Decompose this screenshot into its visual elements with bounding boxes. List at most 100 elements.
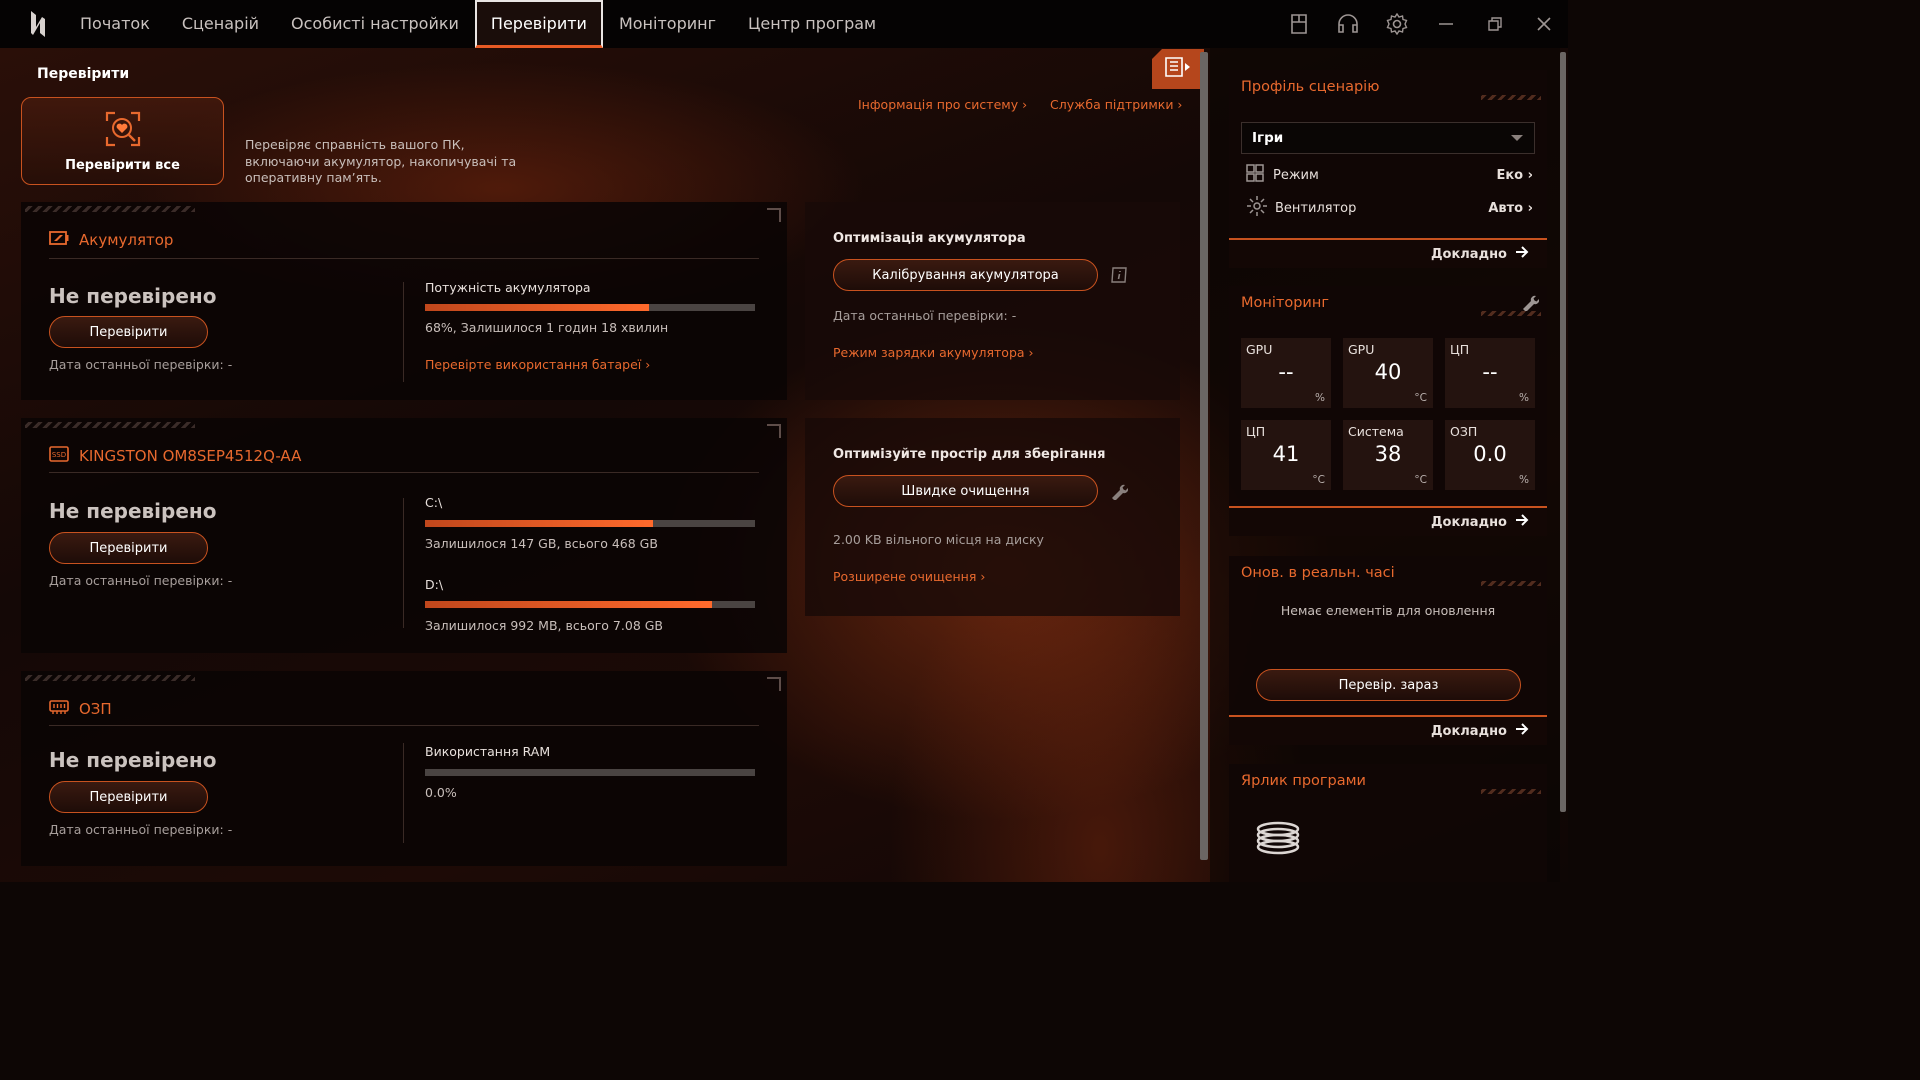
window-controls — [1274, 0, 1568, 48]
collapse-sidebar-button[interactable] — [1152, 49, 1204, 89]
battery-usage-link[interactable]: Перевірте використання батареї › — [425, 357, 650, 372]
battery-title: Акумулятор — [79, 231, 174, 249]
scenario-select[interactable]: Ігри — [1241, 122, 1535, 154]
main-nav: Початок Сценарій Особисті настройки Пере… — [64, 0, 892, 48]
tile-unit: °C — [1414, 474, 1427, 486]
monitoring-title: Моніторинг — [1229, 286, 1547, 320]
updates-more-label: Докладно — [1430, 723, 1507, 739]
monitoring-card: Моніторинг GPU -- % GPU 40 °C ЦП -- % ЦП… — [1229, 286, 1547, 536]
updates-more-link[interactable]: Докладно — [1229, 715, 1547, 745]
app-logo-icon — [14, 0, 62, 48]
storage-optimization-title: Оптимізуйте простір для зберігання — [833, 447, 1106, 462]
tile-unit: % — [1519, 474, 1529, 486]
battery-opt-last-check: Дата останньої перевірки: - — [833, 308, 1017, 323]
tile-label: ОЗП — [1450, 424, 1478, 439]
ram-icon — [49, 699, 69, 719]
grid-icon — [1245, 163, 1265, 187]
tile-label: GPU — [1246, 342, 1273, 357]
wrench-settings-icon[interactable] — [1521, 293, 1540, 315]
tile-value: 41 — [1272, 442, 1300, 466]
ram-last-check: Дата останньої перевірки: - — [49, 822, 233, 837]
mode-value: Еко › — [1496, 167, 1533, 183]
tile-label: GPU — [1348, 342, 1375, 357]
tile-unit: °C — [1312, 474, 1325, 486]
ram-check-button[interactable]: Перевірити — [49, 781, 208, 813]
restore-icon[interactable] — [1470, 0, 1519, 48]
storage-last-check: Дата останньої перевірки: - — [49, 573, 233, 588]
info-icon[interactable] — [1110, 266, 1128, 288]
realtime-updates-title: Онов. в реальн. часі — [1229, 556, 1547, 590]
check-all-button[interactable]: Перевірити все — [21, 97, 224, 185]
battery-status: Не перевірено — [49, 284, 217, 308]
advanced-clean-link[interactable]: Розширене очищення › — [833, 569, 985, 584]
profile-more-link[interactable]: Докладно — [1229, 238, 1547, 268]
fan-row[interactable]: Вентилятор Авто › — [1245, 196, 1533, 220]
ram-usage-label: Використання RAM — [425, 744, 551, 759]
main-scrollbar[interactable] — [1200, 52, 1208, 860]
mode-row[interactable]: Режим Еко › — [1245, 163, 1533, 187]
fan-value: Авто › — [1488, 200, 1533, 216]
drive-d-label: D:\ — [425, 577, 444, 592]
battery-check-button[interactable]: Перевірити — [49, 316, 208, 348]
drive-d-text: Залишилося 992 MB, всього 7.08 GB — [425, 618, 664, 633]
arrow-right-icon — [1515, 514, 1529, 530]
scenario-select-value: Ігри — [1252, 130, 1284, 146]
profile-more-label: Докладно — [1430, 246, 1507, 262]
chevron-down-icon — [1510, 132, 1524, 148]
ram-title: ОЗП — [79, 700, 112, 718]
storage-optimization-panel: Оптимізуйте простір для зберігання Швидк… — [805, 418, 1180, 616]
tile-label: ЦП — [1450, 342, 1470, 357]
app-shortcut-icon[interactable] — [1251, 810, 1305, 864]
tile-value: 0.0 — [1473, 442, 1507, 466]
free-space-text: 2.00 KB вільного місця на диску — [833, 532, 1044, 547]
wrench-icon[interactable] — [1110, 482, 1129, 504]
mode-label: Режим — [1273, 167, 1319, 183]
top-navigation-bar: Початок Сценарій Особисті настройки Пере… — [0, 0, 1568, 48]
tile-value: -- — [1278, 360, 1294, 384]
monitor-tile-gpu-temp: GPU 40 °C — [1343, 338, 1433, 408]
tile-unit: % — [1519, 392, 1529, 404]
charge-mode-link[interactable]: Режим зарядки акумулятора › — [833, 345, 1034, 360]
monitor-tile-cpu-temp: ЦП 41 °C — [1241, 420, 1331, 490]
tile-value: -- — [1482, 360, 1498, 384]
storage-card: SSD KINGSTON OM8SEP4512Q-AA Не перевірен… — [21, 418, 787, 653]
sidebar-scrollbar[interactable] — [1560, 52, 1566, 812]
drive-c-text: Залишилося 147 GB, всього 468 GB — [425, 536, 658, 551]
check-now-button[interactable]: Перевір. зараз — [1256, 669, 1521, 701]
minimize-icon[interactable] — [1421, 0, 1470, 48]
nav-scenario[interactable]: Сценарій — [166, 0, 275, 48]
drive-d-bar — [425, 601, 755, 608]
ram-usage-bar — [425, 769, 755, 776]
monitoring-more-link[interactable]: Докладно — [1229, 506, 1547, 536]
storage-check-button[interactable]: Перевірити — [49, 532, 208, 564]
scenario-profile-card: Профіль сценарію Ігри Режим Еко › Вентил… — [1229, 70, 1547, 268]
nav-personal-settings[interactable]: Особисті настройки — [275, 0, 475, 48]
ram-card: ОЗП Не перевірено Перевірити Дата останн… — [21, 671, 787, 866]
headset-icon[interactable] — [1323, 0, 1372, 48]
gear-icon[interactable] — [1372, 0, 1421, 48]
calibrate-battery-button[interactable]: Калібрування акумулятора — [833, 259, 1098, 291]
nav-check[interactable]: Перевірити — [474, 0, 603, 48]
nav-app-center[interactable]: Центр програм — [732, 0, 892, 48]
nav-home[interactable]: Початок — [64, 0, 166, 48]
nav-monitoring[interactable]: Моніторинг — [603, 0, 732, 48]
page-description: Перевіряє справність вашого ПК, включаюч… — [245, 137, 517, 185]
drive-c-label: C:\ — [425, 495, 443, 510]
battery-optimization-title: Оптимізація акумулятора — [833, 231, 1026, 246]
quick-clean-button[interactable]: Швидке очищення — [833, 475, 1098, 507]
fan-label: Вентилятор — [1275, 200, 1357, 216]
scenario-profile-title: Профіль сценарію — [1229, 70, 1547, 104]
drive-c-fill — [425, 520, 653, 527]
no-updates-text: Немає елементів для оновлення — [1280, 603, 1496, 618]
keyboard-icon[interactable] — [1274, 0, 1323, 48]
panel-toggle-icon — [1163, 55, 1193, 83]
close-icon[interactable] — [1519, 0, 1568, 48]
battery-power-fill — [425, 304, 650, 311]
arrow-right-icon — [1515, 246, 1529, 262]
page-title: Перевірити — [37, 66, 130, 82]
monitor-tile-system-temp: Система 38 °C — [1343, 420, 1433, 490]
check-all-label: Перевірити все — [65, 157, 180, 173]
support-link[interactable]: Служба підтримки › — [1050, 97, 1182, 112]
system-info-link[interactable]: Інформація про систему › — [858, 97, 1027, 112]
monitoring-more-label: Докладно — [1430, 514, 1507, 530]
